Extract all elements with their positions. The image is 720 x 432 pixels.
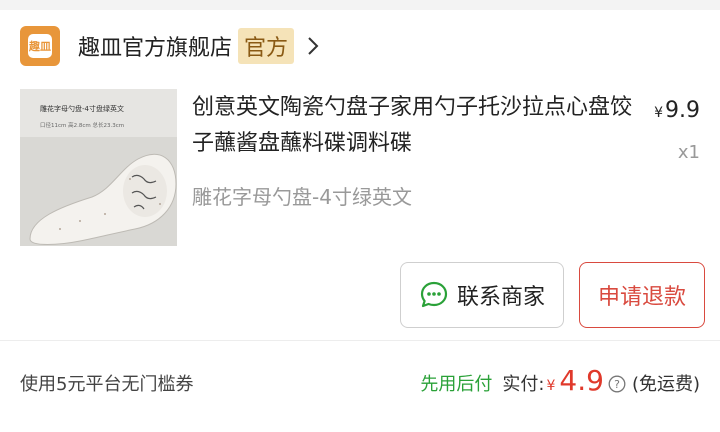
price-value: 9.9 bbox=[665, 98, 700, 123]
pay-later-label: 先用后付 bbox=[420, 374, 493, 395]
product-title[interactable]: 创意英文陶瓷勺盘子家用勺子托沙拉点心盘饺子蘸酱盘蘸料碟调料碟 bbox=[192, 90, 632, 162]
product-price: ¥9.9 bbox=[654, 98, 700, 123]
contact-seller-button[interactable]: 联系商家 bbox=[400, 262, 564, 328]
paid-label: 实付: bbox=[502, 374, 545, 395]
image-caption-1: 雕花字母勺盘-4寸盘绿英文 bbox=[40, 104, 124, 113]
payment-summary: 先用后付 实付: ¥ 4.9 ? (免运费) bbox=[420, 364, 700, 397]
product-variant: 雕花字母勺盘-4寸绿英文 bbox=[192, 185, 412, 209]
divider bbox=[0, 340, 720, 341]
shop-name[interactable]: 趣皿官方旗舰店 bbox=[78, 30, 232, 62]
shop-logo-text: 趣皿 bbox=[28, 34, 52, 58]
official-badge: 官方 bbox=[238, 28, 295, 64]
coupon-text: 使用5元平台无门槛券 bbox=[20, 374, 194, 395]
paid-amount: 4.9 bbox=[559, 364, 604, 397]
paid-currency: ¥ bbox=[546, 378, 556, 394]
shipping-note: (免运费) bbox=[631, 374, 700, 395]
shop-logo: 趣皿 bbox=[20, 26, 60, 66]
price-currency: ¥ bbox=[654, 105, 663, 121]
order-card: 趣皿 趣皿官方旗舰店 官方 雕花字母勺盘-4寸盘绿英文 口径11cm 高2.8c… bbox=[0, 10, 720, 432]
chevron-right-icon[interactable] bbox=[302, 35, 324, 57]
request-refund-label: 申请退款 bbox=[597, 285, 686, 310]
question-mark-circle-icon[interactable]: ? bbox=[608, 375, 626, 393]
svg-text:?: ? bbox=[614, 378, 620, 391]
chat-bubble-icon bbox=[420, 281, 448, 308]
contact-seller-label: 联系商家 bbox=[456, 285, 545, 310]
request-refund-button[interactable]: 申请退款 bbox=[579, 262, 705, 328]
product-image[interactable]: 雕花字母勺盘-4寸盘绿英文 口径11cm 高2.8cm 总长23.3cm bbox=[20, 89, 177, 246]
image-caption-2: 口径11cm 高2.8cm 总长23.3cm bbox=[40, 121, 124, 129]
product-quantity: x1 bbox=[677, 142, 700, 163]
shop-header[interactable]: 趣皿 趣皿官方旗舰店 官方 bbox=[20, 26, 324, 66]
spoon-plate-illustration: 雕花字母勺盘-4寸盘绿英文 口径11cm 高2.8cm 总长23.3cm bbox=[20, 89, 177, 246]
